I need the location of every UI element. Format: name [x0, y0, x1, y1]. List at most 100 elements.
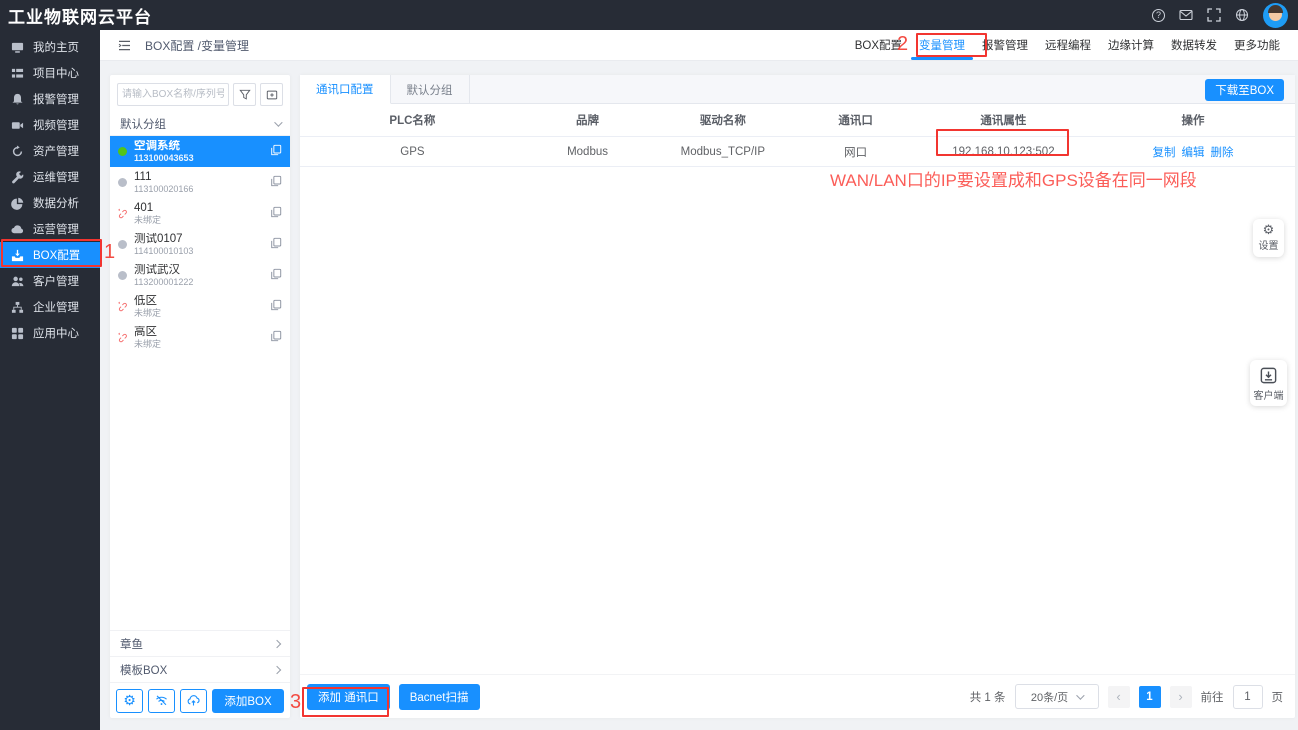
sidebar-item-label: 我的主页 [33, 42, 79, 54]
prev-page-button[interactable] [1107, 685, 1130, 708]
sidebar-item-home[interactable]: 我的主页 [0, 34, 100, 60]
bacnet-scan-button[interactable]: Bacnet扫描 [398, 683, 480, 710]
alarm-bell-icon [11, 93, 24, 106]
copy-action-link[interactable]: 复制 [1152, 144, 1175, 160]
edit-action-link[interactable]: 编辑 [1181, 144, 1204, 160]
copy-icon[interactable] [270, 144, 282, 159]
col-header-plc-name: PLC名称 [389, 115, 436, 127]
tab-box-config[interactable]: BOX配置 [854, 30, 903, 60]
device-name: 测试武汉 [134, 263, 180, 276]
device-serial: 114100010103 [134, 245, 194, 256]
next-page-button[interactable] [1169, 685, 1192, 708]
copy-icon[interactable] [270, 330, 282, 345]
language-globe-icon[interactable] [1235, 8, 1249, 22]
group-template-box[interactable]: 模板BOX [110, 656, 290, 682]
delete-action-link[interactable]: 删除 [1210, 144, 1233, 160]
floating-settings-label: 设置 [1258, 241, 1279, 252]
group-default[interactable]: 默认分组 [110, 112, 290, 136]
settings-gear-button[interactable] [116, 688, 143, 713]
floating-client-button[interactable]: 客户端 [1250, 360, 1287, 406]
tab-data-forwarding[interactable]: 数据转发 [1170, 30, 1218, 60]
status-offline-icon [118, 271, 127, 280]
device-item-selected[interactable]: 空调系统 113100043653 [110, 136, 290, 167]
device-item[interactable]: 401 未绑定 [110, 198, 290, 229]
network-status-button[interactable] [148, 688, 175, 713]
gear-icon [123, 693, 136, 708]
mail-icon[interactable] [1179, 8, 1193, 22]
copy-icon[interactable] [270, 237, 282, 252]
add-group-button[interactable] [260, 83, 283, 106]
goto-label: 前往 [1200, 691, 1224, 704]
sidebar-item-data-analysis[interactable]: 数据分析 [0, 190, 100, 216]
copy-icon[interactable] [270, 268, 282, 283]
status-offline-icon [118, 178, 127, 187]
device-name: 401 [134, 201, 154, 214]
device-serial: 113100043653 [134, 152, 194, 163]
device-item[interactable]: 测试武汉 113200001222 [110, 260, 290, 291]
page-size-value: 20条/页 [1030, 691, 1069, 704]
device-name: 测试0107 [134, 232, 183, 245]
current-page-button[interactable]: 1 [1138, 685, 1161, 708]
sidebar-item-label: BOX配置 [33, 250, 81, 262]
device-serial: 未绑定 [134, 214, 162, 225]
sidebar-item-video[interactable]: 视频管理 [0, 112, 100, 138]
download-to-box-button[interactable]: 下载至BOX [1205, 79, 1284, 101]
tab-comm-port-config[interactable]: 通讯口配置 [300, 75, 391, 104]
device-item[interactable]: 111 113100020166 [110, 167, 290, 198]
home-monitor-icon [11, 41, 24, 54]
tab-edge-computing[interactable]: 边缘计算 [1107, 30, 1155, 60]
project-list-icon [11, 67, 24, 80]
pagination: 共 1 条 20条/页 1 前往 页 [970, 684, 1283, 709]
sidebar-item-label: 企业管理 [33, 302, 79, 314]
device-serial: 113100020166 [134, 183, 194, 194]
tab-variable-management[interactable]: 变量管理 [911, 30, 973, 60]
tab-remote-programming[interactable]: 远程编程 [1044, 30, 1092, 60]
box-list-panel: 默认分组 空调系统 113100043653 111 113100020166 [110, 75, 290, 718]
add-comm-port-button[interactable]: 添加 通讯口 [307, 683, 390, 710]
floating-settings-button[interactable]: 设置 [1253, 219, 1284, 257]
box-search-input[interactable] [117, 83, 229, 106]
tab-more-functions[interactable]: 更多功能 [1233, 30, 1281, 60]
sidebar-item-app-center[interactable]: 应用中心 [0, 320, 100, 346]
sidebar-item-maintenance[interactable]: 运维管理 [0, 164, 100, 190]
tab-default-group[interactable]: 默认分组 [391, 75, 470, 104]
pie-chart-icon [11, 197, 24, 210]
content-tabstrip: 通讯口配置 默认分组 下载至BOX [300, 75, 1295, 104]
sidebar-item-box-config[interactable]: BOX配置 [0, 242, 100, 268]
fullscreen-icon[interactable] [1207, 8, 1221, 22]
help-icon[interactable] [1152, 8, 1165, 22]
group-label: 默认分组 [120, 118, 166, 131]
cloud-upload-button[interactable] [180, 688, 207, 713]
cell-actions: 复制 编辑 删除 [1091, 144, 1295, 160]
filter-button[interactable] [233, 83, 256, 106]
goto-page-input[interactable] [1232, 684, 1263, 709]
main-content: 通讯口配置 默认分组 下载至BOX PLC名称 品牌 驱动名称 通讯口 通讯属性… [300, 75, 1295, 718]
add-box-button[interactable]: 添加BOX [212, 688, 284, 713]
cell-port: 网口 [844, 146, 868, 159]
user-avatar[interactable] [1263, 2, 1288, 28]
sidebar-item-alarms[interactable]: 报警管理 [0, 86, 100, 112]
copy-icon[interactable] [270, 175, 282, 190]
device-item[interactable]: 高区 未绑定 [110, 322, 290, 353]
app-title: 工业物联网云平台 [8, 7, 152, 27]
screen: 工业物联网云平台 我的主页 项目中心 报警管理 [0, 0, 1298, 730]
asset-sync-icon [11, 145, 24, 158]
tab-alarm-management[interactable]: 报警管理 [981, 30, 1029, 60]
device-item[interactable]: 低区 未绑定 [110, 291, 290, 322]
sidebar-item-enterprise[interactable]: 企业管理 [0, 294, 100, 320]
video-camera-icon [11, 119, 24, 132]
group-octopus[interactable]: 章鱼 [110, 630, 290, 656]
copy-icon[interactable] [270, 299, 282, 314]
sidebar-item-operations[interactable]: 运营管理 [0, 216, 100, 242]
page-size-select[interactable]: 20条/页 [1014, 684, 1099, 709]
sidebar-item-customers[interactable]: 客户管理 [0, 268, 100, 294]
collapse-menu-icon[interactable] [118, 40, 131, 51]
sidebar-item-projects[interactable]: 项目中心 [0, 60, 100, 86]
device-name: 空调系统 [134, 139, 180, 152]
sidebar-nav: 我的主页 项目中心 报警管理 视频管理 资产管理 运维管理 数据分析 运营管理 [0, 30, 100, 730]
sidebar-item-assets[interactable]: 资产管理 [0, 138, 100, 164]
box-search-row [110, 75, 290, 112]
device-item[interactable]: 测试0107 114100010103 [110, 229, 290, 260]
copy-icon[interactable] [270, 206, 282, 221]
device-serial: 未绑定 [134, 338, 162, 349]
